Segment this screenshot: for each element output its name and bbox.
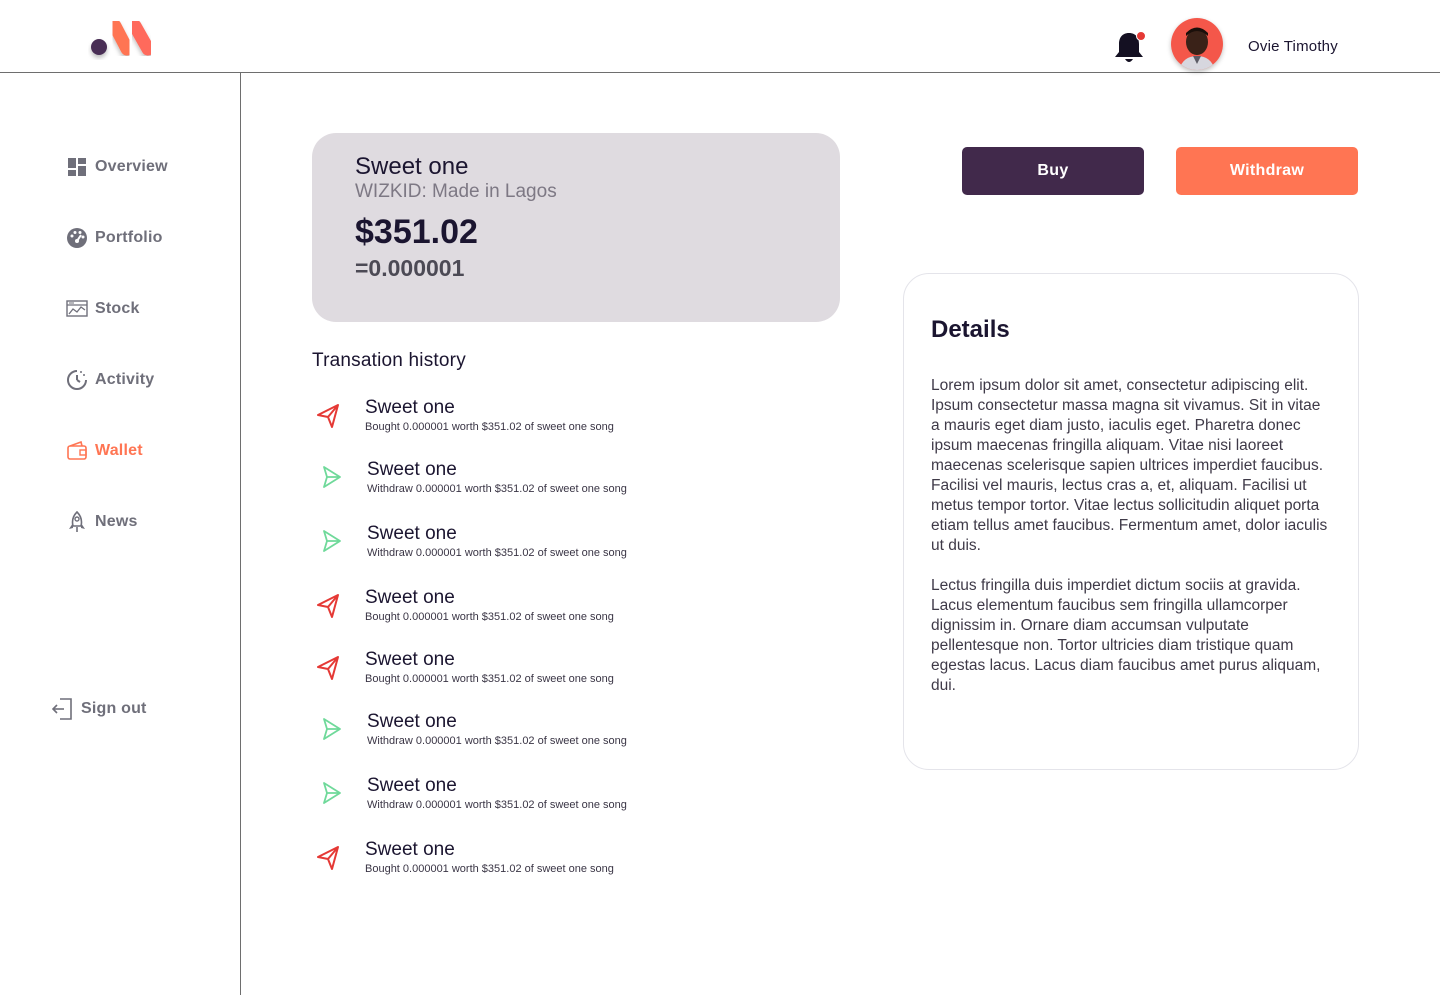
transaction-description: Withdraw 0.000001 worth $351.02 of sweet… [367, 483, 627, 495]
sidebar-item-label: Wallet [95, 442, 143, 459]
transaction-name: Sweet one [365, 397, 455, 418]
send-withdraw-icon [314, 715, 344, 745]
grid-icon [66, 156, 88, 178]
song-price: $351.02 [355, 213, 478, 251]
sidebar-item-news[interactable]: News [66, 510, 138, 534]
wallet-icon [66, 440, 88, 462]
sidebar-item-label: Stock [95, 300, 140, 317]
transaction-row[interactable]: Sweet one Bought 0.000001 worth $351.02 … [312, 397, 772, 437]
transaction-row[interactable]: Sweet one Withdraw 0.000001 worth $351.0… [312, 711, 772, 751]
transaction-row[interactable]: Sweet one Bought 0.000001 worth $351.02 … [312, 839, 772, 879]
details-title: Details [931, 316, 1010, 343]
transaction-name: Sweet one [365, 587, 455, 608]
song-balance-card: Sweet one WIZKID: Made in Lagos $351.02 … [312, 133, 840, 322]
notification-bell-icon[interactable] [1112, 30, 1146, 66]
transaction-name: Sweet one [367, 459, 457, 480]
transaction-description: Bought 0.000001 worth $351.02 of sweet o… [365, 863, 614, 875]
sidebar-item-label: Portfolio [95, 229, 163, 246]
transaction-row[interactable]: Sweet one Withdraw 0.000001 worth $351.0… [312, 775, 772, 815]
sidebar-item-label: Activity [95, 371, 155, 388]
brand-logo[interactable] [88, 16, 164, 64]
buy-button[interactable]: Buy [962, 147, 1144, 195]
transaction-name: Sweet one [365, 839, 455, 860]
transaction-description: Withdraw 0.000001 worth $351.02 of sweet… [367, 735, 627, 747]
details-panel: Details Lorem ipsum dolor sit amet, cons… [903, 273, 1359, 770]
details-paragraph: Lorem ipsum dolor sit amet, consectetur … [931, 377, 1328, 554]
rocket-icon [66, 511, 88, 533]
send-bought-icon [314, 591, 344, 621]
send-withdraw-icon [314, 527, 344, 557]
sidebar-item-activity[interactable]: Activity [66, 368, 154, 392]
transaction-row[interactable]: Sweet one Bought 0.000001 worth $351.02 … [312, 649, 772, 689]
send-bought-icon [314, 401, 344, 431]
sidebar-item-label: News [95, 513, 138, 530]
sidebar-item-portfolio[interactable]: Portfolio [66, 226, 163, 250]
transaction-name: Sweet one [365, 649, 455, 670]
transaction-name: Sweet one [367, 775, 457, 796]
logout-icon [52, 698, 74, 720]
transaction-description: Bought 0.000001 worth $351.02 of sweet o… [365, 611, 614, 623]
username-label[interactable]: Ovie Timothy [1248, 38, 1338, 55]
transaction-name: Sweet one [367, 711, 457, 732]
sidebar-item-overview[interactable]: Overview [66, 155, 168, 179]
transaction-description: Bought 0.000001 worth $351.02 of sweet o… [365, 421, 614, 433]
details-paragraph: Lectus fringilla duis imperdiet dictum s… [931, 577, 1321, 694]
transaction-history-title: Transation history [312, 350, 466, 371]
transaction-name: Sweet one [367, 523, 457, 544]
transaction-description: Bought 0.000001 worth $351.02 of sweet o… [365, 673, 614, 685]
sidebar: Overview Portfolio Stock Activity Wallet… [0, 73, 241, 995]
song-title: Sweet one [355, 153, 469, 180]
gauge-icon [66, 227, 88, 249]
chart-icon [66, 298, 88, 320]
send-withdraw-icon [314, 779, 344, 809]
send-bought-icon [314, 843, 344, 873]
transaction-row[interactable]: Sweet one Withdraw 0.000001 worth $351.0… [312, 459, 772, 499]
clock-icon [66, 369, 88, 391]
song-equivalent: =0.000001 [355, 255, 465, 281]
transaction-description: Withdraw 0.000001 worth $351.02 of sweet… [367, 547, 627, 559]
sign-out-button[interactable]: Sign out [52, 697, 147, 721]
sidebar-item-wallet[interactable]: Wallet [66, 439, 143, 463]
top-header: Ovie Timothy [0, 0, 1440, 73]
transaction-row[interactable]: Sweet one Withdraw 0.000001 worth $351.0… [312, 523, 772, 563]
send-bought-icon [314, 653, 344, 683]
send-withdraw-icon [314, 463, 344, 493]
user-avatar[interactable] [1171, 18, 1223, 70]
sign-out-label: Sign out [81, 700, 147, 717]
sidebar-item-label: Overview [95, 158, 168, 175]
sidebar-item-stock[interactable]: Stock [66, 297, 140, 321]
transaction-description: Withdraw 0.000001 worth $351.02 of sweet… [367, 799, 627, 811]
withdraw-button[interactable]: Withdraw [1176, 147, 1358, 195]
song-subtitle: WIZKID: Made in Lagos [355, 181, 557, 202]
transaction-row[interactable]: Sweet one Bought 0.000001 worth $351.02 … [312, 587, 772, 627]
